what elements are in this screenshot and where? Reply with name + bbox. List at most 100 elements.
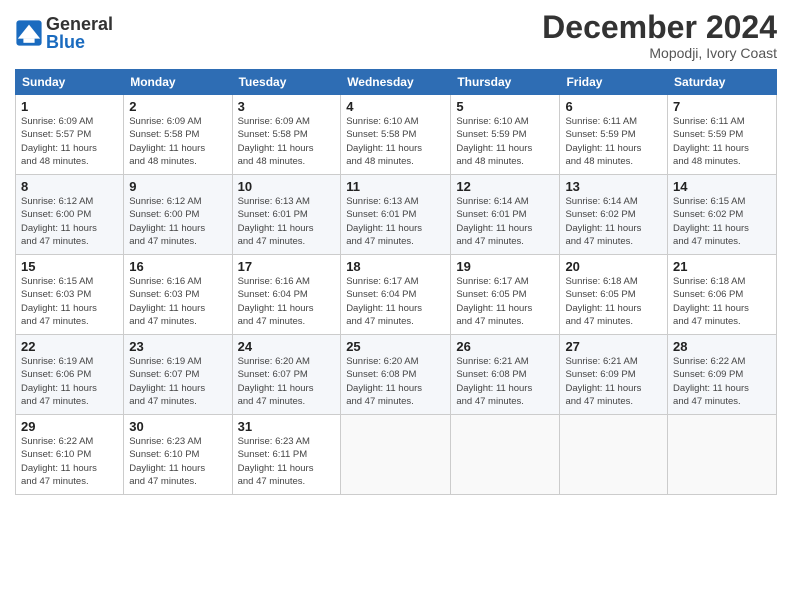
calendar-cell: 1Sunrise: 6:09 AM Sunset: 5:57 PM Daylig… — [16, 95, 124, 175]
day-detail: Sunrise: 6:12 AM Sunset: 6:00 PM Dayligh… — [129, 195, 226, 248]
title-block: December 2024 Mopodji, Ivory Coast — [542, 10, 777, 61]
day-number: 10 — [238, 179, 336, 194]
calendar-cell: 19Sunrise: 6:17 AM Sunset: 6:05 PM Dayli… — [451, 255, 560, 335]
day-detail: Sunrise: 6:19 AM Sunset: 6:06 PM Dayligh… — [21, 355, 118, 408]
logo-icon — [15, 19, 43, 47]
col-header-saturday: Saturday — [668, 70, 777, 95]
calendar-cell: 27Sunrise: 6:21 AM Sunset: 6:09 PM Dayli… — [560, 335, 668, 415]
day-number: 5 — [456, 99, 554, 114]
calendar-cell: 4Sunrise: 6:10 AM Sunset: 5:58 PM Daylig… — [341, 95, 451, 175]
day-detail: Sunrise: 6:11 AM Sunset: 5:59 PM Dayligh… — [673, 115, 771, 168]
day-number: 11 — [346, 179, 445, 194]
day-detail: Sunrise: 6:20 AM Sunset: 6:07 PM Dayligh… — [238, 355, 336, 408]
day-detail: Sunrise: 6:23 AM Sunset: 6:10 PM Dayligh… — [129, 435, 226, 488]
day-number: 19 — [456, 259, 554, 274]
calendar-cell — [451, 415, 560, 495]
calendar-cell: 13Sunrise: 6:14 AM Sunset: 6:02 PM Dayli… — [560, 175, 668, 255]
calendar-cell: 17Sunrise: 6:16 AM Sunset: 6:04 PM Dayli… — [232, 255, 341, 335]
day-detail: Sunrise: 6:15 AM Sunset: 6:03 PM Dayligh… — [21, 275, 118, 328]
day-number: 2 — [129, 99, 226, 114]
day-detail: Sunrise: 6:14 AM Sunset: 6:01 PM Dayligh… — [456, 195, 554, 248]
day-detail: Sunrise: 6:10 AM Sunset: 5:59 PM Dayligh… — [456, 115, 554, 168]
day-detail: Sunrise: 6:17 AM Sunset: 6:05 PM Dayligh… — [456, 275, 554, 328]
day-detail: Sunrise: 6:16 AM Sunset: 6:03 PM Dayligh… — [129, 275, 226, 328]
col-header-sunday: Sunday — [16, 70, 124, 95]
day-number: 24 — [238, 339, 336, 354]
week-row-4: 22Sunrise: 6:19 AM Sunset: 6:06 PM Dayli… — [16, 335, 777, 415]
logo-text: GeneralBlue — [46, 15, 113, 51]
calendar-cell: 22Sunrise: 6:19 AM Sunset: 6:06 PM Dayli… — [16, 335, 124, 415]
calendar-cell: 23Sunrise: 6:19 AM Sunset: 6:07 PM Dayli… — [124, 335, 232, 415]
day-detail: Sunrise: 6:21 AM Sunset: 6:09 PM Dayligh… — [565, 355, 662, 408]
day-detail: Sunrise: 6:09 AM Sunset: 5:58 PM Dayligh… — [238, 115, 336, 168]
day-number: 30 — [129, 419, 226, 434]
day-detail: Sunrise: 6:22 AM Sunset: 6:10 PM Dayligh… — [21, 435, 118, 488]
day-number: 17 — [238, 259, 336, 274]
day-number: 26 — [456, 339, 554, 354]
day-number: 8 — [21, 179, 118, 194]
day-number: 22 — [21, 339, 118, 354]
day-number: 6 — [565, 99, 662, 114]
col-header-monday: Monday — [124, 70, 232, 95]
day-number: 23 — [129, 339, 226, 354]
logo: GeneralBlue — [15, 15, 113, 51]
calendar-cell: 31Sunrise: 6:23 AM Sunset: 6:11 PM Dayli… — [232, 415, 341, 495]
page: GeneralBlue December 2024 Mopodji, Ivory… — [0, 0, 792, 612]
day-number: 18 — [346, 259, 445, 274]
day-detail: Sunrise: 6:18 AM Sunset: 6:05 PM Dayligh… — [565, 275, 662, 328]
day-number: 15 — [21, 259, 118, 274]
day-number: 12 — [456, 179, 554, 194]
calendar-cell: 10Sunrise: 6:13 AM Sunset: 6:01 PM Dayli… — [232, 175, 341, 255]
header: GeneralBlue December 2024 Mopodji, Ivory… — [15, 10, 777, 61]
day-number: 28 — [673, 339, 771, 354]
calendar-cell: 20Sunrise: 6:18 AM Sunset: 6:05 PM Dayli… — [560, 255, 668, 335]
calendar-cell: 3Sunrise: 6:09 AM Sunset: 5:58 PM Daylig… — [232, 95, 341, 175]
day-detail: Sunrise: 6:13 AM Sunset: 6:01 PM Dayligh… — [346, 195, 445, 248]
day-number: 29 — [21, 419, 118, 434]
calendar-cell: 25Sunrise: 6:20 AM Sunset: 6:08 PM Dayli… — [341, 335, 451, 415]
calendar-cell — [668, 415, 777, 495]
calendar-cell: 12Sunrise: 6:14 AM Sunset: 6:01 PM Dayli… — [451, 175, 560, 255]
calendar-cell: 6Sunrise: 6:11 AM Sunset: 5:59 PM Daylig… — [560, 95, 668, 175]
day-detail: Sunrise: 6:20 AM Sunset: 6:08 PM Dayligh… — [346, 355, 445, 408]
col-header-friday: Friday — [560, 70, 668, 95]
day-detail: Sunrise: 6:14 AM Sunset: 6:02 PM Dayligh… — [565, 195, 662, 248]
day-detail: Sunrise: 6:10 AM Sunset: 5:58 PM Dayligh… — [346, 115, 445, 168]
calendar-cell: 24Sunrise: 6:20 AM Sunset: 6:07 PM Dayli… — [232, 335, 341, 415]
week-row-2: 8 Sunrise: 6:12 AM Sunset: 6:00 PM Daylig… — [16, 175, 777, 255]
day-detail: Sunrise: 6:18 AM Sunset: 6:06 PM Dayligh… — [673, 275, 771, 328]
day-detail: Sunrise: 6:09 AM Sunset: 5:58 PM Dayligh… — [129, 115, 226, 168]
calendar-cell: 15Sunrise: 6:15 AM Sunset: 6:03 PM Dayli… — [16, 255, 124, 335]
calendar-subtitle: Mopodji, Ivory Coast — [542, 45, 777, 61]
calendar-cell: 21Sunrise: 6:18 AM Sunset: 6:06 PM Dayli… — [668, 255, 777, 335]
calendar-cell: 9Sunrise: 6:12 AM Sunset: 6:00 PM Daylig… — [124, 175, 232, 255]
day-number: 16 — [129, 259, 226, 274]
col-header-wednesday: Wednesday — [341, 70, 451, 95]
day-number: 25 — [346, 339, 445, 354]
day-detail: Sunrise: 6:13 AM Sunset: 6:01 PM Dayligh… — [238, 195, 336, 248]
day-number: 13 — [565, 179, 662, 194]
day-number: 7 — [673, 99, 771, 114]
day-number: 3 — [238, 99, 336, 114]
day-number: 20 — [565, 259, 662, 274]
calendar-cell: 14Sunrise: 6:15 AM Sunset: 6:02 PM Dayli… — [668, 175, 777, 255]
calendar-cell: 8Sunrise: 6:12 AM Sunset: 6:00 PM Daylig… — [16, 175, 124, 255]
calendar-cell: 26Sunrise: 6:21 AM Sunset: 6:08 PM Dayli… — [451, 335, 560, 415]
day-detail: Sunrise: 6:21 AM Sunset: 6:08 PM Dayligh… — [456, 355, 554, 408]
day-detail: Sunrise: 6:17 AM Sunset: 6:04 PM Dayligh… — [346, 275, 445, 328]
calendar-cell: 30Sunrise: 6:23 AM Sunset: 6:10 PM Dayli… — [124, 415, 232, 495]
calendar-cell — [341, 415, 451, 495]
calendar-cell: 2Sunrise: 6:09 AM Sunset: 5:58 PM Daylig… — [124, 95, 232, 175]
day-detail: Sunrise: 6:16 AM Sunset: 6:04 PM Dayligh… — [238, 275, 336, 328]
day-number: 1 — [21, 99, 118, 114]
day-detail: Sunrise: 6:11 AM Sunset: 5:59 PM Dayligh… — [565, 115, 662, 168]
col-header-thursday: Thursday — [451, 70, 560, 95]
calendar-cell: 29Sunrise: 6:22 AM Sunset: 6:10 PM Dayli… — [16, 415, 124, 495]
calendar-cell: 7Sunrise: 6:11 AM Sunset: 5:59 PM Daylig… — [668, 95, 777, 175]
day-detail: Sunrise: 6:19 AM Sunset: 6:07 PM Dayligh… — [129, 355, 226, 408]
calendar-cell — [560, 415, 668, 495]
day-detail: Sunrise: 6:09 AM Sunset: 5:57 PM Dayligh… — [21, 115, 118, 168]
week-row-3: 15Sunrise: 6:15 AM Sunset: 6:03 PM Dayli… — [16, 255, 777, 335]
calendar-cell: 18Sunrise: 6:17 AM Sunset: 6:04 PM Dayli… — [341, 255, 451, 335]
week-row-5: 29Sunrise: 6:22 AM Sunset: 6:10 PM Dayli… — [16, 415, 777, 495]
